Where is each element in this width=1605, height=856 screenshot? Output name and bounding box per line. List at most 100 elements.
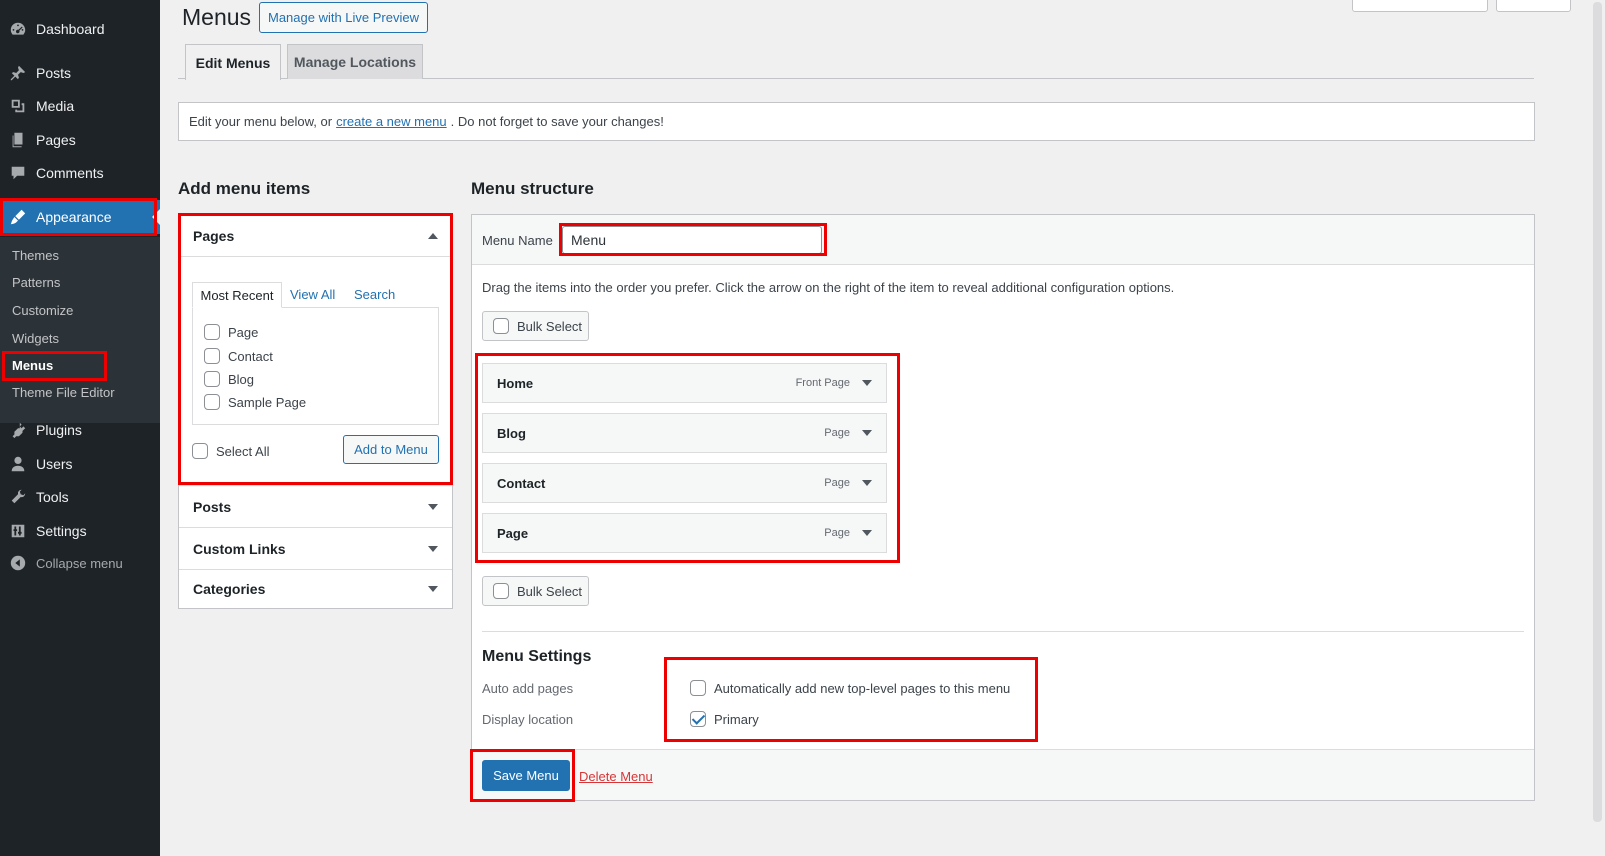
scrollbar-thumb[interactable] (1593, 2, 1602, 822)
sidebar-item-pages[interactable]: Pages (0, 123, 160, 157)
submenu-item-widgets[interactable]: Widgets (12, 331, 59, 346)
menu-structure-heading: Menu structure (471, 179, 594, 198)
custom-links-section-title: Custom Links (193, 540, 286, 557)
list-item[interactable]: Contact (204, 348, 273, 364)
tab-edit-menus[interactable]: Edit Menus (185, 44, 281, 80)
admin-sidebar: Dashboard Posts Media Pages Comments App… (0, 0, 160, 856)
expand-arrow-icon[interactable] (862, 530, 872, 536)
sidebar-item-settings[interactable]: Settings (0, 514, 160, 548)
auto-add-checkbox[interactable] (690, 680, 706, 696)
sidebar-item-comments[interactable]: Comments (0, 156, 160, 190)
pages-section-header[interactable]: Pages (179, 215, 452, 257)
page-title: Menus (182, 4, 252, 30)
display-location-label: Display location (482, 712, 574, 727)
sidebar-item-users[interactable]: Users (0, 447, 160, 481)
add-to-menu-button[interactable]: Add to Menu (343, 435, 439, 464)
menu-item-type: Page (824, 477, 850, 489)
scrollbar-track[interactable] (1590, 0, 1605, 856)
menu-item-title: Home (497, 375, 534, 391)
dashboard-icon (0, 20, 36, 38)
chevron-down-icon (428, 503, 438, 510)
sidebar-item-label: Posts (36, 65, 72, 81)
delete-menu-link[interactable]: Delete Menu (579, 769, 653, 784)
blog-checkbox[interactable] (204, 371, 220, 387)
list-item[interactable]: Sample Page (204, 394, 306, 410)
primary-location-checkbox[interactable] (690, 711, 706, 727)
bulk-select-checkbox[interactable] (493, 318, 509, 334)
users-icon (0, 455, 36, 473)
custom-links-section-header[interactable]: Custom Links (179, 528, 452, 570)
sidebar-item-dashboard[interactable]: Dashboard (0, 12, 160, 46)
settings-icon (0, 522, 36, 540)
sidebar-item-label: Comments (36, 165, 104, 181)
sample-page-checkbox[interactable] (204, 394, 220, 410)
menu-item-title: Page (497, 525, 529, 541)
menu-item-contact[interactable]: Contact Page (482, 463, 887, 503)
posts-section-header[interactable]: Posts (179, 486, 452, 528)
select-all-checkbox[interactable] (192, 443, 208, 459)
chevron-down-icon (428, 545, 438, 552)
sidebar-item-tools[interactable]: Tools (0, 480, 160, 514)
notice-text-before: Edit your menu below, or (189, 114, 333, 129)
tab-manage-locations[interactable]: Manage Locations (287, 44, 423, 79)
pin-icon (0, 64, 36, 82)
menu-settings-heading: Menu Settings (482, 648, 592, 665)
sidebar-item-posts[interactable]: Posts (0, 56, 160, 90)
categories-section-header[interactable]: Categories (179, 570, 452, 608)
comment-icon (0, 164, 36, 182)
settings-divider (482, 631, 1524, 632)
live-preview-button[interactable]: Manage with Live Preview (259, 2, 428, 33)
page-checkbox[interactable] (204, 324, 220, 340)
menu-item-page[interactable]: Page Page (482, 513, 887, 553)
help-button[interactable] (1496, 0, 1571, 12)
bulk-select-button-top[interactable]: Bulk Select (482, 311, 589, 341)
contact-checkbox[interactable] (204, 348, 220, 364)
appearance-submenu: Themes Patterns Customize Widgets Menus … (0, 237, 160, 423)
list-item[interactable]: Page (204, 324, 258, 340)
collapse-menu-button[interactable]: Collapse menu (0, 546, 160, 580)
chevron-up-icon (428, 232, 438, 239)
list-item[interactable]: Blog (204, 371, 254, 387)
sidebar-item-label: Appearance (36, 209, 112, 225)
collapse-menu-label: Collapse menu (36, 555, 123, 571)
submenu-item-menus[interactable]: Menus (12, 358, 53, 373)
select-all-row[interactable]: Select All (192, 443, 269, 459)
create-new-menu-link[interactable]: create a new menu (336, 114, 447, 129)
expand-arrow-icon[interactable] (862, 380, 872, 386)
primary-location-option[interactable]: Primary (690, 711, 759, 727)
submenu-item-patterns[interactable]: Patterns (12, 275, 60, 290)
tab-search[interactable]: Search (354, 287, 395, 302)
bulk-select-checkbox[interactable] (493, 583, 509, 599)
menu-item-home[interactable]: Home Front Page (482, 363, 887, 403)
submenu-item-theme-file-editor[interactable]: Theme File Editor (12, 385, 115, 400)
active-indicator (152, 209, 160, 225)
sidebar-item-label: Pages (36, 132, 76, 148)
sidebar-item-plugins[interactable]: Plugins (0, 413, 160, 447)
categories-section-title: Categories (193, 581, 266, 597)
bulk-select-label: Bulk Select (517, 318, 583, 334)
sidebar-item-media[interactable]: Media (0, 89, 160, 123)
auto-add-option[interactable]: Automatically add new top-level pages to… (690, 680, 1010, 696)
menu-footer: Save Menu Delete Menu (472, 749, 1534, 800)
menu-item-title: Blog (497, 425, 526, 441)
sidebar-item-label: Media (36, 98, 75, 114)
menu-item-blog[interactable]: Blog Page (482, 413, 887, 453)
collapse-icon (0, 554, 36, 572)
tab-most-recent[interactable]: Most Recent (192, 282, 282, 308)
expand-arrow-icon[interactable] (862, 430, 872, 436)
submenu-item-customize[interactable]: Customize (12, 303, 73, 318)
screen-options-button[interactable] (1352, 0, 1488, 12)
expand-arrow-icon[interactable] (862, 480, 872, 486)
sidebar-item-appearance[interactable]: Appearance (0, 200, 160, 234)
menu-name-input[interactable] (562, 226, 822, 254)
menu-name-row: Menu Name (472, 215, 1534, 265)
submenu-item-themes[interactable]: Themes (12, 248, 59, 263)
save-menu-button[interactable]: Save Menu (482, 760, 570, 791)
tab-view-all[interactable]: View All (290, 287, 335, 302)
sidebar-item-label: Tools (36, 489, 69, 505)
media-icon (0, 97, 36, 115)
menu-item-type: Page (824, 527, 850, 539)
menu-name-label: Menu Name (482, 233, 553, 248)
notice-text-after: . Do not forget to save your changes! (450, 114, 664, 129)
bulk-select-button-bottom[interactable]: Bulk Select (482, 576, 589, 606)
